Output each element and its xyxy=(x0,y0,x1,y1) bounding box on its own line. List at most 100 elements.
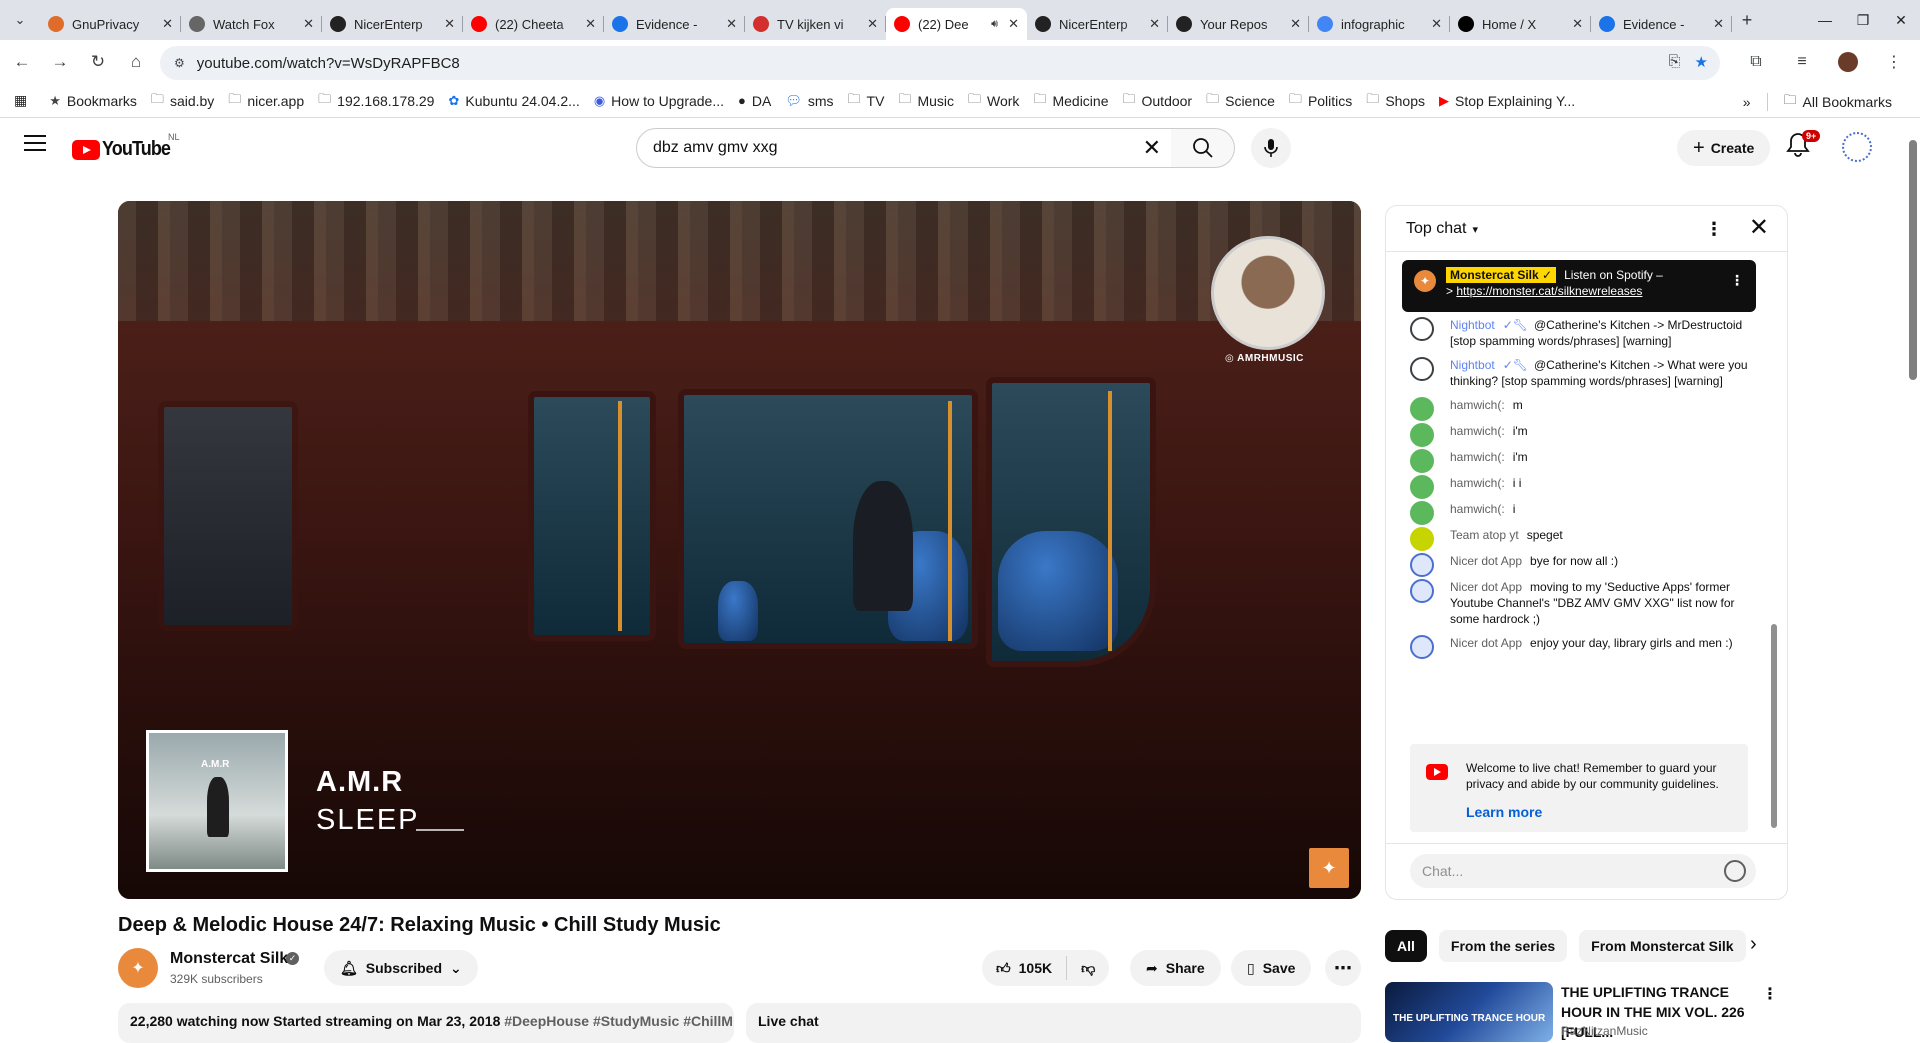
live-chat-replay-bar[interactable]: Live chat xyxy=(746,1003,1361,1043)
bookmark-item[interactable]: 💬︎ sms xyxy=(785,90,833,112)
tab-close-icon[interactable]: ✕ xyxy=(444,16,455,32)
extensions-icon[interactable]: ⧉ xyxy=(1740,46,1772,78)
tab-close-icon[interactable]: ✕ xyxy=(1008,16,1019,32)
chat-scrollbar[interactable] xyxy=(1771,260,1779,835)
page-scrollbar[interactable] xyxy=(1908,134,1918,1036)
voice-search-button[interactable] xyxy=(1251,128,1291,168)
bookmark-item[interactable]: 🗀 Outdoor xyxy=(1122,90,1192,112)
bookmark-item[interactable]: 🗀 Shops xyxy=(1366,90,1425,112)
chat-mode-dropdown[interactable]: Top chat ▾ xyxy=(1406,220,1478,238)
channel-avatar[interactable]: ✦ xyxy=(118,948,158,988)
bookmark-item[interactable]: ▶ Stop Explaining Y... xyxy=(1439,90,1575,112)
tab-close-icon[interactable]: ✕ xyxy=(1713,16,1724,32)
maximize-button[interactable]: ❐ xyxy=(1844,0,1882,40)
chat-author[interactable]: Nightbot xyxy=(1450,318,1495,332)
browser-tab[interactable]: Home / X ✕ xyxy=(1450,8,1591,40)
bookmark-item[interactable]: ● DA xyxy=(738,90,771,112)
create-button[interactable]: + Create xyxy=(1677,130,1771,166)
chat-message[interactable]: hamwich(: i xyxy=(1386,497,1771,525)
share-button[interactable]: ➦ Share xyxy=(1130,950,1221,986)
browser-tab[interactable]: NicerEnterp ✕ xyxy=(322,8,463,40)
chat-author[interactable]: Nicer dot App xyxy=(1450,636,1522,650)
bookmark-item[interactable]: ◉ How to Upgrade... xyxy=(594,90,724,112)
recommended-thumbnail[interactable]: THE UPLIFTING TRANCE HOUR xyxy=(1385,982,1553,1042)
chat-message[interactable]: Nicer dot App moving to my 'Seductive App… xyxy=(1386,575,1771,631)
bookmarks-overflow-button[interactable]: » xyxy=(1743,94,1751,110)
browser-tab[interactable]: Evidence - ✕ xyxy=(604,8,745,40)
pinned-menu-icon[interactable]: ⋮ xyxy=(1730,272,1744,289)
chat-author[interactable]: Nicer dot App xyxy=(1450,554,1522,568)
video-player[interactable] xyxy=(118,201,1361,899)
bookmark-item[interactable]: 🗀 Work xyxy=(968,90,1019,112)
bookmark-item[interactable]: 🗀 Music xyxy=(898,90,954,112)
browser-tab[interactable]: Watch Fox ✕ xyxy=(181,8,322,40)
pinned-link[interactable]: https://monster.cat/silknewreleases xyxy=(1456,284,1642,298)
close-chat-icon[interactable]: ✕ xyxy=(1749,216,1769,240)
chat-message[interactable]: Nicer dot App bye for now all :) xyxy=(1386,549,1771,577)
chat-author[interactable]: Team atop yt xyxy=(1450,528,1519,542)
address-bar[interactable]: ⚙ youtube.com/watch?v=WsDyRAPFBC8 ⎘ ★ xyxy=(160,46,1720,80)
bookmark-item[interactable]: 🗀 TV xyxy=(848,90,885,112)
chat-message[interactable]: hamwich(: i'm xyxy=(1386,419,1771,447)
description-box[interactable]: 22,280 watching now Started streaming on… xyxy=(118,1003,734,1043)
filter-chip[interactable]: From the series xyxy=(1438,930,1568,962)
bookmark-item[interactable]: 🗀 Politics xyxy=(1289,90,1352,112)
recommended-menu-icon[interactable]: ⋮ xyxy=(1762,984,1778,1004)
browser-tab[interactable]: NicerEnterp ✕ xyxy=(1027,8,1168,40)
chat-message[interactable]: hamwich(: m xyxy=(1386,393,1771,421)
tab-close-icon[interactable]: ✕ xyxy=(303,16,314,32)
chat-author[interactable]: hamwich(: xyxy=(1450,450,1505,464)
browser-tab[interactable]: Evidence - ✕ xyxy=(1591,8,1732,40)
save-button[interactable]: ▯ Save xyxy=(1231,950,1312,986)
chevron-right-icon[interactable]: › xyxy=(1750,933,1757,956)
channel-name[interactable]: Monstercat Silk xyxy=(170,950,288,968)
pinned-message[interactable]: ✦ Monstercat Silk ✓ Listen on Spotify – >… xyxy=(1402,260,1756,312)
browser-tab[interactable]: (22) Cheeta ✕ xyxy=(463,8,604,40)
forward-button[interactable]: → xyxy=(44,46,76,78)
search-input[interactable]: dbz amv gmv xxg ✕ xyxy=(636,128,1172,168)
apps-icon[interactable]: ▦ xyxy=(14,92,27,109)
emoji-icon[interactable] xyxy=(1724,860,1746,882)
site-info-icon[interactable]: ⚙ xyxy=(174,56,185,70)
more-actions-button[interactable]: ⋯ xyxy=(1325,950,1361,986)
chat-message[interactable]: Nightbot ✓🔧︎ @Catherine's Kitchen -> MrDes… xyxy=(1386,313,1771,353)
filter-chip[interactable]: All xyxy=(1385,930,1427,962)
chat-author[interactable]: hamwich(: xyxy=(1450,502,1505,516)
search-button[interactable] xyxy=(1171,128,1235,168)
back-button[interactable]: ← xyxy=(6,46,38,78)
guide-menu-icon[interactable] xyxy=(24,135,46,151)
chat-author[interactable]: Nightbot xyxy=(1450,358,1495,372)
filter-chip[interactable]: From Monstercat Silk xyxy=(1579,930,1746,962)
learn-more-link[interactable]: Learn more xyxy=(1466,804,1732,820)
browser-tab[interactable]: GnuPrivacy ✕ xyxy=(40,8,181,40)
browser-tab[interactable]: infographic ✕ xyxy=(1309,8,1450,40)
tab-close-icon[interactable]: ✕ xyxy=(1572,16,1583,32)
bookmark-item[interactable]: 🗀 nicer.app xyxy=(228,90,304,112)
chat-input[interactable]: Chat... xyxy=(1410,854,1756,888)
menu-dots-icon[interactable]: ⋮ xyxy=(1878,46,1910,78)
chat-author[interactable]: hamwich(: xyxy=(1450,398,1505,412)
profile-avatar[interactable] xyxy=(1832,46,1864,78)
chat-author[interactable]: Nicer dot App xyxy=(1450,580,1522,594)
monstercat-watermark-icon[interactable]: ✦ xyxy=(1309,848,1349,888)
browser-tab[interactable]: (22) Dee 🔊︎ ✕ xyxy=(886,8,1027,40)
minimize-button[interactable]: — xyxy=(1806,0,1844,40)
tab-close-icon[interactable]: ✕ xyxy=(726,16,737,32)
tab-close-icon[interactable]: ✕ xyxy=(1290,16,1301,32)
clear-search-icon[interactable]: ✕ xyxy=(1143,137,1161,159)
chat-author[interactable]: hamwich(: xyxy=(1450,476,1505,490)
chat-menu-icon[interactable]: ⋮ xyxy=(1705,219,1723,240)
bookmark-item[interactable]: 🗀 Science xyxy=(1206,90,1275,112)
chat-message[interactable]: Team atop yt speget xyxy=(1386,523,1771,551)
install-app-icon[interactable]: ⎘ xyxy=(1669,53,1681,71)
recommended-video[interactable]: THE UPLIFTING TRANCE HOUR THE UPLIFTING … xyxy=(1385,982,1788,1042)
like-button[interactable]: 👍︎ 105K xyxy=(982,956,1068,980)
media-controls-icon[interactable]: ≡ xyxy=(1786,46,1818,78)
account-avatar[interactable] xyxy=(1842,132,1872,162)
bookmark-item[interactable]: 🗀 192.168.178.29 xyxy=(318,90,434,112)
notifications-button[interactable]: 9+ xyxy=(1786,130,1821,160)
tab-close-icon[interactable]: ✕ xyxy=(1149,16,1160,32)
browser-tab[interactable]: TV kijken vi ✕ xyxy=(745,8,886,40)
new-tab-button[interactable]: + xyxy=(1732,10,1762,31)
bookmark-item[interactable]: ★ Bookmarks xyxy=(49,90,137,112)
